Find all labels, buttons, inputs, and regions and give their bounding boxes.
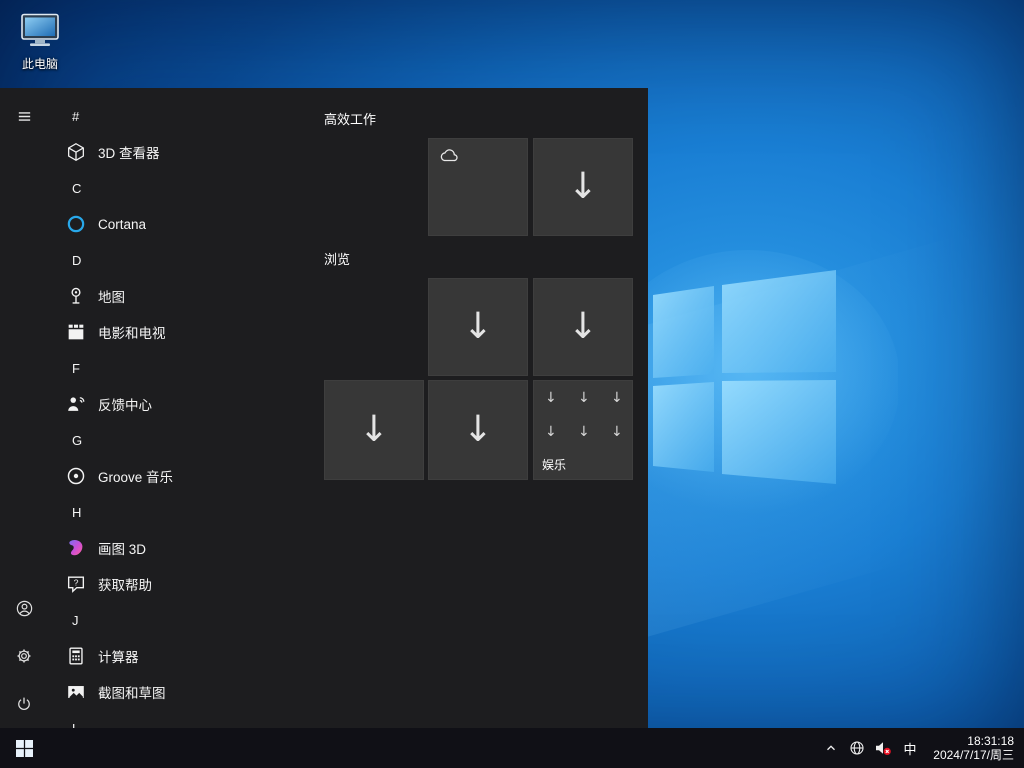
tile-group-title-browse[interactable]: 浏览	[324, 249, 350, 268]
tile-folder-entertainment[interactable]: ↓ ↓ ↓ ↓ ↓ ↓ 娱乐	[533, 380, 633, 480]
clock-date: 2024/7/17/周三	[933, 748, 1014, 762]
tile-downloading-4[interactable]: ↓	[324, 380, 424, 480]
start-button[interactable]	[0, 728, 48, 768]
app-item-paint-3d[interactable]: 画图 3D	[48, 530, 316, 566]
chevron-up-icon	[824, 741, 838, 755]
app-item-label: 截图和草图	[98, 682, 166, 702]
system-tray: 中 18:31:18 2024/7/17/周三	[818, 728, 1024, 768]
app-item-3d-viewer[interactable]: 3D 查看器	[48, 134, 316, 170]
start-menu: # 3D 查看器 C Cortana D 地图	[0, 88, 648, 728]
app-item-maps[interactable]: 地图	[48, 278, 316, 314]
app-item-get-help[interactable]: ? 获取帮助	[48, 566, 316, 602]
download-arrow-mini-icon: ↓	[545, 391, 557, 405]
app-item-movies-tv[interactable]: 电影和电视	[48, 314, 316, 350]
app-item-label: Cortana	[98, 217, 146, 232]
taskbar: 中 18:31:18 2024/7/17/周三	[0, 728, 1024, 768]
app-item-feedback-hub[interactable]: 反馈中心	[48, 386, 316, 422]
tile-area: 高效工作 ↓ 浏览 ↓ ↓ ↓ ↓ ↓ ↓ ↓	[324, 88, 648, 728]
app-list-letter-h[interactable]: H	[48, 494, 316, 530]
this-pc-icon	[20, 12, 60, 48]
tile-folder-label: 娱乐	[542, 456, 566, 473]
app-item-label: 画图 3D	[98, 538, 146, 558]
app-item-label: 计算器	[98, 646, 139, 666]
onedrive-cloud-icon	[438, 148, 460, 163]
user-icon	[15, 599, 34, 618]
app-item-label: Groove 音乐	[98, 466, 173, 486]
cortana-icon	[64, 212, 88, 236]
desktop-icon-this-pc[interactable]: 此电脑	[12, 12, 68, 72]
power-button[interactable]	[0, 680, 48, 728]
download-arrow-mini-icon: ↓	[611, 425, 623, 439]
start-menu-rail	[0, 88, 48, 728]
calculator-icon	[64, 644, 88, 668]
3d-viewer-icon	[64, 140, 88, 164]
network-globe-icon	[849, 740, 865, 756]
tile-downloading-5[interactable]: ↓	[428, 380, 528, 480]
app-item-label: 反馈中心	[98, 394, 152, 414]
groove-music-icon	[64, 464, 88, 488]
screen: 此电脑 #	[0, 0, 1024, 768]
speaker-muted-icon	[874, 740, 892, 756]
clock-time: 18:31:18	[967, 734, 1014, 748]
gear-icon	[15, 647, 33, 665]
app-list-letter-g[interactable]: G	[48, 422, 316, 458]
tile-downloading-3[interactable]: ↓	[533, 278, 633, 376]
app-list: # 3D 查看器 C Cortana D 地图	[48, 98, 316, 728]
app-item-cortana[interactable]: Cortana	[48, 206, 316, 242]
get-help-icon: ?	[64, 572, 88, 596]
app-list-letter-l[interactable]: L	[48, 710, 316, 728]
paint-3d-icon	[64, 536, 88, 560]
download-arrow-icon: ↓	[534, 279, 632, 375]
tile-onedrive[interactable]	[428, 138, 528, 236]
hamburger-icon	[16, 108, 33, 125]
app-item-label: 电影和电视	[98, 322, 166, 342]
expand-menu-button[interactable]	[0, 92, 48, 140]
movies-tv-icon	[64, 320, 88, 344]
taskbar-clock[interactable]: 18:31:18 2024/7/17/周三	[924, 728, 1024, 768]
tray-volume-button[interactable]	[870, 728, 896, 768]
app-item-snip-sketch[interactable]: 截图和草图	[48, 674, 316, 710]
app-item-groove-music[interactable]: Groove 音乐	[48, 458, 316, 494]
download-arrow-mini-icon: ↓	[611, 391, 623, 405]
feedback-hub-icon	[64, 392, 88, 416]
app-list-letter-f[interactable]: F	[48, 350, 316, 386]
download-arrow-mini-icon: ↓	[578, 425, 590, 439]
power-icon	[15, 695, 33, 713]
app-list-letter-d[interactable]: D	[48, 242, 316, 278]
app-item-label: 获取帮助	[98, 574, 152, 594]
snip-sketch-icon	[64, 680, 88, 704]
desktop-icon-label: 此电脑	[12, 55, 68, 72]
app-list-letter-c[interactable]: C	[48, 170, 316, 206]
tile-downloading-2[interactable]: ↓	[428, 278, 528, 376]
ime-indicator[interactable]: 中	[896, 728, 924, 768]
user-account-button[interactable]	[0, 584, 48, 632]
download-arrow-icon: ↓	[429, 381, 527, 479]
windows-start-icon	[16, 740, 33, 757]
tray-show-hidden-icons[interactable]	[818, 728, 844, 768]
tile-downloading-1[interactable]: ↓	[533, 138, 633, 236]
download-arrow-icon: ↓	[534, 139, 632, 235]
app-item-calculator[interactable]: 计算器	[48, 638, 316, 674]
app-item-label: 3D 查看器	[98, 142, 160, 162]
app-list-letter-hash[interactable]: #	[48, 98, 316, 134]
app-item-label: 地图	[98, 286, 125, 306]
download-arrow-mini-icon: ↓	[545, 425, 557, 439]
app-list-letter-j[interactable]: J	[48, 602, 316, 638]
download-arrow-mini-icon: ↓	[578, 391, 590, 405]
settings-button[interactable]	[0, 632, 48, 680]
svg-text:?: ?	[74, 577, 79, 587]
maps-icon	[64, 284, 88, 308]
download-arrow-icon: ↓	[325, 381, 423, 479]
tray-network-button[interactable]	[844, 728, 870, 768]
tile-group-title-productivity[interactable]: 高效工作	[324, 109, 376, 128]
download-arrow-icon: ↓	[429, 279, 527, 375]
